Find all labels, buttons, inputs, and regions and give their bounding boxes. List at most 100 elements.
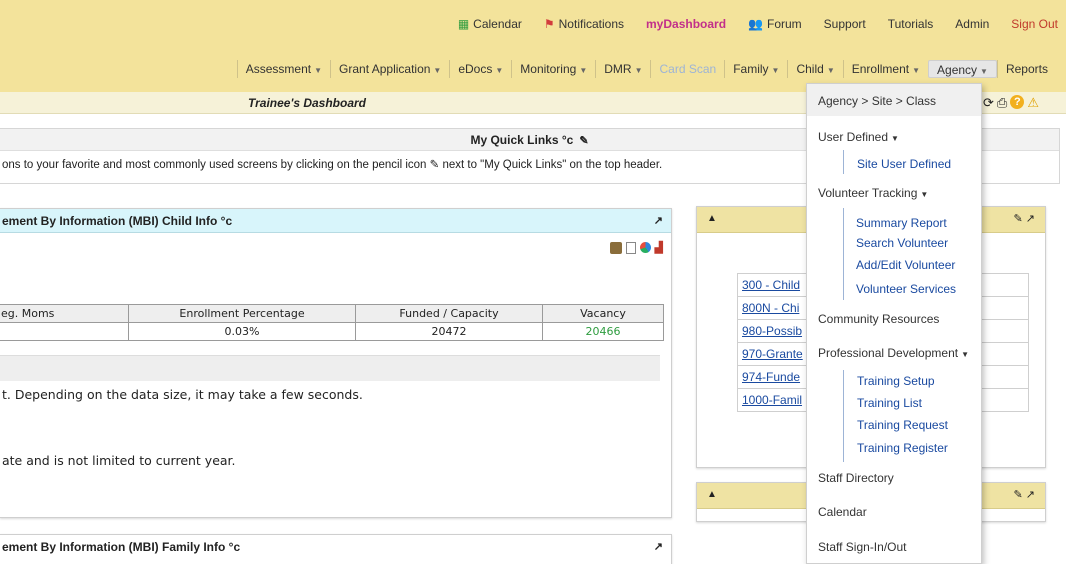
nav-family-label: Family bbox=[733, 62, 769, 76]
menu-item-label: Professional Development bbox=[818, 346, 959, 360]
nav-agency[interactable]: Agency ▼ bbox=[928, 60, 997, 78]
report-link[interactable]: 970-Grante bbox=[742, 347, 803, 361]
main-nav: Assessment ▼ Grant Application ▼ eDocs ▼ Mo… bbox=[236, 58, 1056, 80]
menu-item-label: Volunteer Tracking bbox=[818, 186, 918, 200]
calendar-icon: ▦ bbox=[457, 17, 470, 31]
tutorials-link[interactable]: Tutorials bbox=[888, 17, 934, 31]
note-message: ate and is not limited to current year. bbox=[2, 453, 236, 468]
forum-link[interactable]: 👥 Forum bbox=[748, 17, 802, 31]
utility-nav: ▦ Calendar ⚑ Notifications myDashboard 👥… bbox=[436, 17, 1058, 31]
top-header: ▦ Calendar ⚑ Notifications myDashboard 👥… bbox=[0, 0, 1066, 92]
calendar-label: Calendar bbox=[473, 17, 522, 31]
nav-dmr[interactable]: DMR ▼ bbox=[595, 60, 650, 78]
report-link[interactable]: 800N - Chi bbox=[742, 301, 799, 315]
menu-item-staff-sign-in-out[interactable]: Staff Sign-In/Out bbox=[818, 540, 907, 554]
table-cell: 0.03% bbox=[128, 322, 356, 341]
menu-item-user-defined[interactable]: User Defined ▼ bbox=[818, 130, 899, 144]
menu-item-site-user-defined[interactable]: Site User Defined bbox=[857, 157, 951, 171]
admin-link[interactable]: Admin bbox=[955, 17, 989, 31]
warning-icon[interactable]: ⚠ bbox=[1027, 95, 1039, 111]
calendar-link[interactable]: ▦ Calendar bbox=[458, 17, 522, 31]
nav-dmr-label: DMR bbox=[604, 62, 632, 76]
mbi-family-info-panel: ement By Information (MBI) Family Info °… bbox=[0, 534, 672, 564]
table-cell bbox=[0, 322, 129, 341]
panel-title: ement By Information (MBI) Child Info °c bbox=[2, 214, 233, 228]
chevron-down-icon: ▼ bbox=[891, 134, 899, 143]
pin-icon[interactable]: ↗ bbox=[654, 535, 663, 559]
nav-reports[interactable]: Reports bbox=[996, 60, 1056, 78]
nav-grant-application[interactable]: Grant Application ▼ bbox=[330, 60, 449, 78]
vacancy-cell: 20466 bbox=[542, 322, 664, 341]
menu-item-calendar[interactable]: Calendar bbox=[818, 505, 867, 519]
section-divider bbox=[0, 355, 660, 381]
menu-item-search-volunteer[interactable]: Search Volunteer bbox=[856, 236, 948, 250]
menu-item-training-setup[interactable]: Training Setup bbox=[857, 374, 935, 388]
nav-agency-label: Agency bbox=[937, 63, 978, 77]
help-icon[interactable]: ? bbox=[1010, 95, 1025, 109]
chevron-down-icon: ▼ bbox=[826, 66, 835, 75]
chevron-down-icon: ▼ bbox=[961, 350, 969, 359]
notifications-link[interactable]: ⚑ Notifications bbox=[544, 17, 624, 31]
print-icon[interactable] bbox=[609, 241, 622, 254]
table-cell: 20472 bbox=[355, 322, 543, 341]
panel-title: ement By Information (MBI) Family Info °… bbox=[2, 540, 241, 554]
menu-item-community-resources[interactable]: Community Resources bbox=[818, 312, 939, 326]
report-link[interactable]: 980-Possib bbox=[742, 324, 802, 338]
edit-pin-icons[interactable]: ✎ ↗ bbox=[1014, 488, 1036, 501]
chevron-down-icon: ▼ bbox=[980, 67, 988, 76]
collapse-icon[interactable]: ▲ bbox=[707, 213, 717, 224]
pencil-icon[interactable]: ✎ bbox=[579, 135, 588, 147]
nav-edocs-label: eDocs bbox=[458, 62, 493, 76]
people-icon: 👥 bbox=[748, 17, 763, 31]
pin-icon[interactable]: ↗ bbox=[654, 209, 663, 233]
column-header: eg. Moms bbox=[0, 304, 129, 323]
nav-child-label: Child bbox=[796, 62, 824, 76]
mbi-table: eg. Moms Enrollment Percentage Funded / … bbox=[0, 304, 664, 341]
nav-assessment-label: Assessment bbox=[245, 62, 312, 76]
table-header-row: eg. Moms Enrollment Percentage Funded / … bbox=[0, 304, 664, 323]
chevron-down-icon: ▼ bbox=[920, 190, 929, 199]
menu-item-training-register[interactable]: Training Register bbox=[857, 441, 948, 455]
chevron-down-icon: ▼ bbox=[912, 66, 921, 75]
submenu-divider bbox=[843, 370, 844, 462]
panel-header: ement By Information (MBI) Family Info °… bbox=[0, 535, 671, 559]
menu-item-summary-report[interactable]: Summary Report bbox=[856, 216, 947, 230]
chevron-down-icon: ▼ bbox=[495, 66, 504, 75]
column-header: Enrollment Percentage bbox=[128, 304, 356, 323]
nav-enrollment-label: Enrollment bbox=[851, 62, 910, 76]
menu-item-volunteer-services[interactable]: Volunteer Services bbox=[856, 282, 956, 296]
refresh-icon[interactable]: ⟳ bbox=[983, 95, 994, 111]
panel-header: ement By Information (MBI) Child Info °c… bbox=[0, 209, 671, 233]
menu-item-training-request[interactable]: Training Request bbox=[857, 418, 948, 432]
nav-grant-label: Grant Application bbox=[339, 62, 431, 76]
sign-out-link[interactable]: Sign Out bbox=[1011, 17, 1058, 31]
bar-chart-icon[interactable]: ▟ bbox=[655, 241, 663, 254]
submenu-divider bbox=[843, 208, 844, 300]
menu-item-professional-development[interactable]: Professional Development ▼ bbox=[818, 346, 969, 360]
menu-item-staff-directory[interactable]: Staff Directory bbox=[818, 471, 894, 485]
mbi-child-info-panel: ement By Information (MBI) Child Info °c… bbox=[0, 208, 672, 518]
pie-chart-icon[interactable] bbox=[639, 242, 651, 253]
notifications-label: Notifications bbox=[558, 17, 625, 31]
menu-item-add-edit-volunteer[interactable]: Add/Edit Volunteer bbox=[856, 258, 955, 272]
document-icon[interactable] bbox=[625, 241, 636, 254]
nav-edocs[interactable]: eDocs ▼ bbox=[449, 60, 511, 78]
nav-child[interactable]: Child ▼ bbox=[787, 60, 842, 78]
report-link[interactable]: 974-Funde bbox=[742, 370, 800, 384]
edit-pin-icons[interactable]: ✎ ↗ bbox=[1014, 212, 1036, 225]
report-link[interactable]: 300 - Child bbox=[742, 278, 800, 292]
panel-tools: ▟ bbox=[609, 241, 663, 254]
table-row: 0.03% 20472 20466 bbox=[0, 322, 664, 341]
mydashboard-link[interactable]: myDashboard bbox=[646, 17, 726, 31]
menu-item-training-list[interactable]: Training List bbox=[857, 396, 922, 410]
menu-item-volunteer-tracking[interactable]: Volunteer Tracking ▼ bbox=[818, 186, 928, 200]
nav-monitoring[interactable]: Monitoring ▼ bbox=[511, 60, 595, 78]
nav-assessment[interactable]: Assessment ▼ bbox=[236, 60, 330, 78]
menu-item-agency-site-class[interactable]: Agency > Site > Class bbox=[807, 84, 981, 116]
nav-enrollment[interactable]: Enrollment ▼ bbox=[842, 60, 928, 78]
report-link[interactable]: 1000-Famil bbox=[742, 393, 802, 407]
support-link[interactable]: Support bbox=[824, 17, 866, 31]
nav-family[interactable]: Family ▼ bbox=[724, 60, 787, 78]
collapse-icon[interactable]: ▲ bbox=[707, 489, 717, 500]
print-icon[interactable]: ⎙ bbox=[997, 95, 1007, 111]
